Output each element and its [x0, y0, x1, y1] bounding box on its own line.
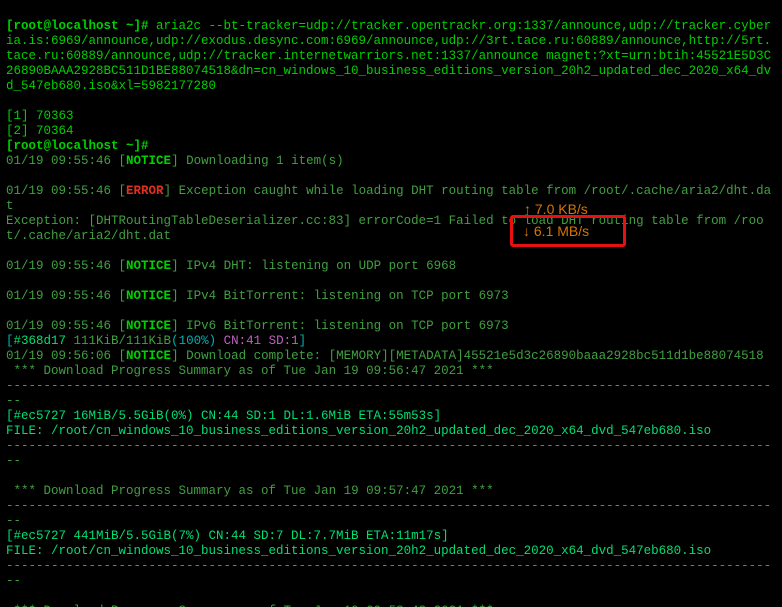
- bracket: ]: [171, 319, 186, 333]
- ts: 01/19 09:56:06: [6, 349, 119, 363]
- notice-tag: NOTICE: [126, 259, 171, 273]
- log-msg: Download complete: [MEMORY][METADATA]455…: [186, 349, 764, 363]
- terminal-output: [root@localhost ~]# aria2c --bt-tracker=…: [0, 0, 782, 607]
- notice-tag: NOTICE: [126, 319, 171, 333]
- log-msg: IPv4 BitTorrent: listening on TCP port 6…: [186, 289, 509, 303]
- separator: ----------------------------------------…: [6, 439, 771, 468]
- meta-size: 111KiB/111KiB: [66, 334, 171, 348]
- ts: 01/19 09:55:46: [6, 289, 119, 303]
- bracket: [: [119, 184, 127, 198]
- bracket: ]: [171, 289, 186, 303]
- ts: 01/19 09:55:46: [6, 154, 119, 168]
- bracket: [: [6, 334, 14, 348]
- file-path: FILE: /root/cn_windows_10_business_editi…: [6, 424, 711, 438]
- job-id-1: [1] 70363: [6, 109, 74, 123]
- bracket: ]: [299, 334, 307, 348]
- progress-stat: [#ec5727 16MiB/5.5GiB(0%) CN:44 SD:1 DL:…: [6, 409, 441, 423]
- notice-tag: NOTICE: [126, 289, 171, 303]
- summary-header: *** Download Progress Summary as of Tue …: [6, 364, 501, 378]
- notice-tag: NOTICE: [126, 349, 171, 363]
- file-path: FILE: /root/cn_windows_10_business_editi…: [6, 544, 711, 558]
- job-id-2: [2] 70364: [6, 124, 74, 138]
- ts: 01/19 09:55:46: [6, 259, 119, 273]
- error-tag: ERROR: [126, 184, 164, 198]
- exception-msg: Exception: [DHTRoutingTableDeserializer.…: [6, 214, 764, 243]
- bracket: (: [171, 334, 179, 348]
- bracket: [: [119, 349, 127, 363]
- bracket: ): [209, 334, 217, 348]
- ts: 01/19 09:55:46: [6, 319, 119, 333]
- ts: 01/19 09:55:46: [6, 184, 119, 198]
- meta-tail: CN:41 SD:1: [216, 334, 299, 348]
- summary-header: *** Download Progress Summary as of Tue …: [6, 484, 501, 498]
- bracket: ]: [171, 154, 186, 168]
- bracket: [: [119, 154, 127, 168]
- bracket: ]: [164, 184, 179, 198]
- meta-id: #368d17: [14, 334, 67, 348]
- meta-pct: 100%: [179, 334, 209, 348]
- bracket: ]: [171, 259, 186, 273]
- log-msg: IPv6 BitTorrent: listening on TCP port 6…: [186, 319, 509, 333]
- notice-tag: NOTICE: [126, 154, 171, 168]
- separator: ----------------------------------------…: [6, 379, 771, 408]
- separator: ----------------------------------------…: [6, 559, 771, 588]
- log-msg: IPv4 DHT: listening on UDP port 6968: [186, 259, 456, 273]
- shell-prompt: [root@localhost ~]#: [6, 139, 149, 153]
- bracket: [: [119, 319, 127, 333]
- log-msg: Downloading 1 item(s): [186, 154, 344, 168]
- bracket: [: [119, 289, 127, 303]
- download-speed-annotation: ↓ 6.1 MB/s: [510, 215, 626, 247]
- bracket: [: [119, 259, 127, 273]
- progress-stat: [#ec5727 441MiB/5.5GiB(7%) CN:44 SD:7 DL…: [6, 529, 449, 543]
- bracket: ]: [171, 349, 186, 363]
- separator: ----------------------------------------…: [6, 499, 771, 528]
- shell-prompt: [root@localhost ~]#: [6, 19, 156, 33]
